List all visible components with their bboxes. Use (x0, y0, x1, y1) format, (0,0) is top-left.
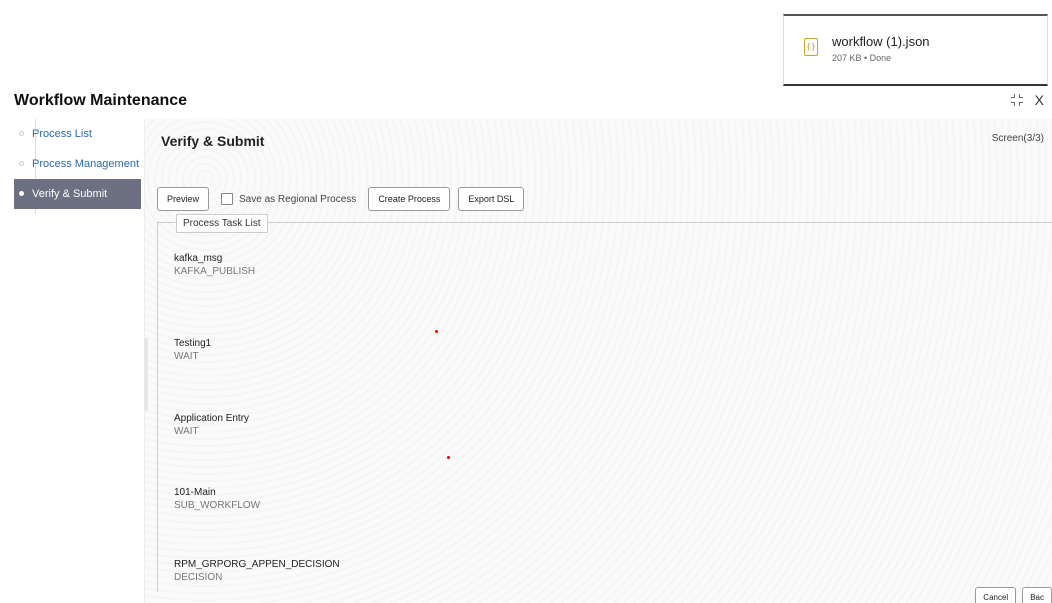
download-file-name[interactable]: workflow (1).json (832, 34, 930, 49)
sidebar-item-process-list[interactable]: Process List (14, 119, 141, 149)
file-icon: {} (804, 38, 818, 56)
task-name: Testing1 (174, 338, 212, 349)
preview-button[interactable]: Preview (157, 187, 210, 211)
task-item: RPM_GRPORG_APPEN_DECISION DECISION (174, 559, 340, 583)
task-type: WAIT (174, 351, 199, 362)
task-type: KAFKA_PUBLISH (174, 266, 256, 277)
step-dot-icon (19, 161, 24, 166)
regional-process-label: Save as Regional Process (239, 193, 357, 205)
marker-dot (447, 456, 450, 459)
section-title: Verify & Submit (161, 133, 265, 149)
task-list-legend: Process Task List (176, 214, 268, 233)
step-dot-icon (19, 191, 24, 196)
footer-actions: Cancel Bac (975, 587, 1052, 603)
step-dot-icon (19, 131, 24, 136)
page-title: Workflow Maintenance (14, 92, 188, 109)
task-type: WAIT (174, 426, 199, 437)
task-name: kafka_msg (174, 253, 223, 264)
task-name: Application Entry (174, 413, 250, 424)
sidebar: Process List Process Management Verify &… (14, 119, 141, 599)
task-item: kafka_msg KAFKA_PUBLISH (174, 253, 255, 277)
regional-process-checkbox[interactable] (221, 193, 234, 205)
cancel-button[interactable]: Cancel (975, 587, 1017, 603)
expand-icon[interactable] (1010, 94, 1023, 106)
create-process-button[interactable]: Create Process (368, 187, 451, 211)
task-item: Testing1 WAIT (174, 338, 211, 362)
export-dsl-button[interactable]: Export DSL (458, 187, 525, 211)
download-status: 207 KB • Done (832, 53, 892, 63)
toolbar: Preview Save as Regional Process Create … (157, 187, 525, 211)
task-type: DECISION (174, 572, 223, 583)
sidebar-item-label: Process List (32, 128, 92, 140)
regional-process-option[interactable]: Save as Regional Process (221, 193, 356, 205)
task-name: 101-Main (174, 487, 216, 498)
sidebar-item-label: Verify & Submit (32, 188, 108, 200)
window-controls: X (1010, 92, 1044, 108)
marker-dot (435, 330, 438, 333)
task-item: Application Entry WAIT (174, 413, 249, 437)
back-button[interactable]: Bac (1022, 587, 1052, 603)
task-item: 101-Main SUB_WORKFLOW (174, 487, 260, 511)
sidebar-item-verify-submit[interactable]: Verify & Submit (14, 179, 141, 209)
task-name: RPM_GRPORG_APPEN_DECISION (174, 559, 340, 570)
sidebar-item-label: Process Management (32, 158, 139, 170)
process-task-list: Process Task List kafka_msg KAFKA_PUBLIS… (157, 214, 1052, 592)
screen-indicator: Screen(3/3) (991, 133, 1044, 144)
main-panel: Verify & Submit Screen(3/3) Preview Save… (144, 119, 1052, 603)
download-popup[interactable]: {} workflow (1).json 207 KB • Done (783, 14, 1048, 86)
sidebar-item-process-management[interactable]: Process Management (14, 149, 141, 179)
task-type: SUB_WORKFLOW (174, 500, 261, 511)
close-icon[interactable]: X (1035, 92, 1044, 108)
sidebar-scrollbar[interactable] (144, 338, 148, 411)
